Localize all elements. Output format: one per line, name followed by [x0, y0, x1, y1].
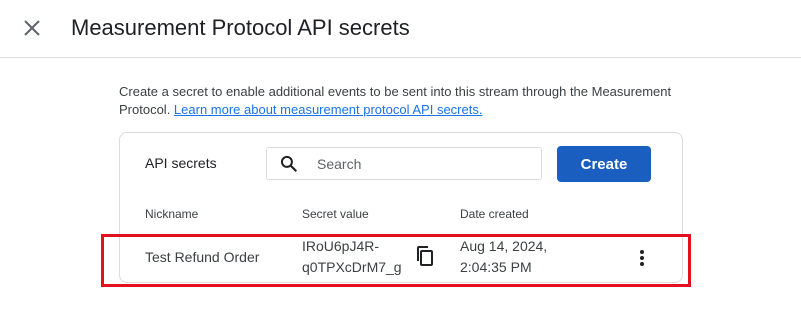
dialog-header: Measurement Protocol API secrets	[0, 0, 801, 58]
create-button[interactable]: Create	[557, 146, 651, 182]
close-button[interactable]	[18, 14, 46, 42]
copy-icon[interactable]	[413, 244, 437, 268]
learn-more-link[interactable]: Learn more about measurement protocol AP…	[174, 102, 483, 117]
date-line-2: 2:04:35 PM	[460, 259, 532, 275]
column-header-secret-value[interactable]: Secret value	[302, 206, 369, 222]
nickname-cell: Test Refund Order	[145, 249, 260, 265]
secret-value-cell: IRoU6pJ4R- q0TPXcDrM7_g	[302, 236, 412, 278]
description: Create a secret to enable additional eve…	[119, 83, 689, 119]
date-created-cell: Aug 14, 2024, 2:04:35 PM	[460, 236, 547, 278]
date-line-1: Aug 14, 2024,	[460, 238, 548, 254]
column-header-nickname[interactable]: Nickname	[145, 206, 198, 222]
card-title: API secrets	[145, 155, 217, 171]
page-title: Measurement Protocol API secrets	[71, 15, 410, 40]
search-icon	[280, 155, 297, 172]
more-options-button[interactable]	[632, 246, 652, 270]
table-row[interactable]: Test Refund Order IRoU6pJ4R- q0TPXcDrM7_…	[120, 233, 682, 283]
search-input[interactable]	[317, 148, 532, 179]
close-icon	[24, 20, 40, 36]
secret-value-line-1: IRoU6pJ4R-	[302, 238, 380, 254]
search-box[interactable]	[266, 147, 542, 180]
api-secrets-card: API secrets Create Nickname Secret value…	[119, 132, 683, 283]
secret-value-line-2: q0TPXcDrM7_g	[302, 259, 402, 275]
column-header-date-created[interactable]: Date created	[460, 206, 529, 222]
more-vert-icon	[640, 250, 644, 266]
